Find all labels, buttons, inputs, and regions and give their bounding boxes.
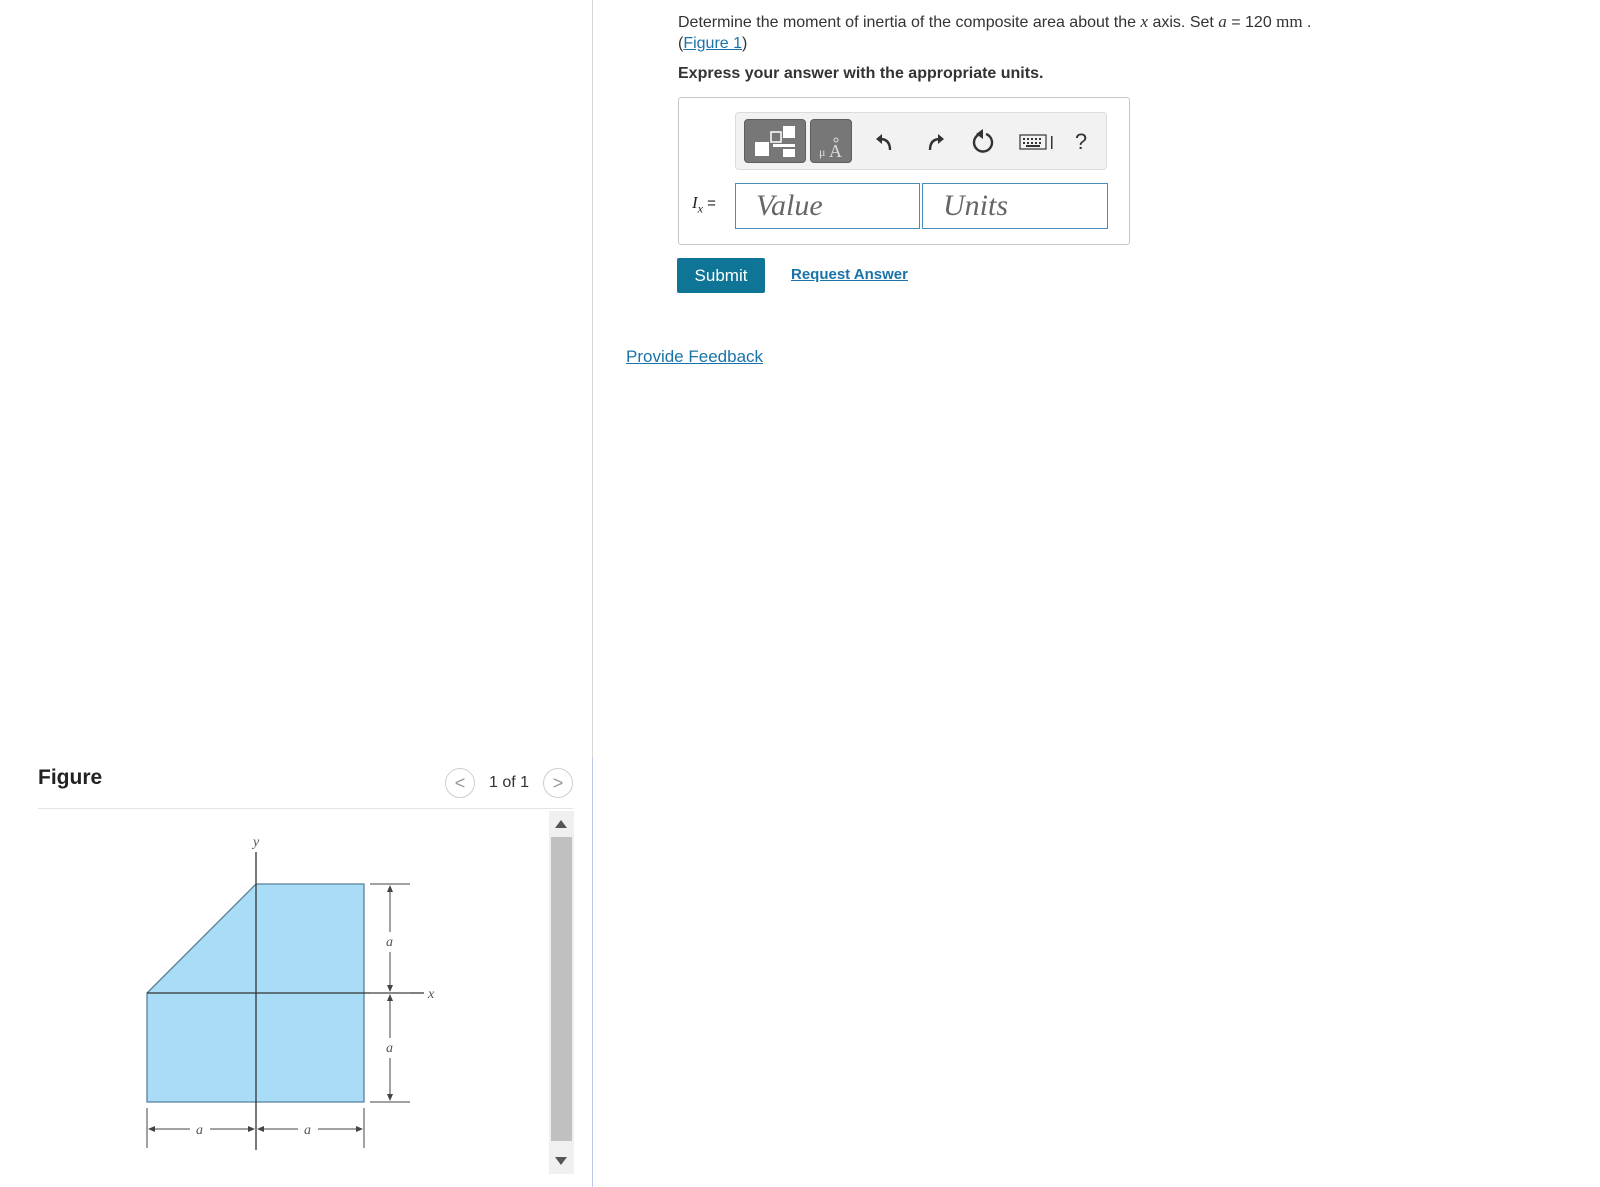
undo-button[interactable] (870, 127, 900, 157)
units-symbol-button[interactable]: μ A (810, 119, 852, 163)
dim-label-a-top: a (386, 935, 393, 950)
keyboard-icon (1019, 134, 1053, 150)
figure-pager-label: 1 of 1 (489, 774, 530, 791)
provide-feedback-link[interactable]: Provide Feedback (626, 347, 763, 367)
dim-label-a-left: a (196, 1123, 203, 1138)
composite-area-figure: y x a a a a (146, 835, 435, 1150)
param-variable: a (1218, 12, 1227, 31)
param-unit: mm (1276, 12, 1303, 31)
submit-button[interactable]: Submit (677, 258, 765, 293)
var-equals: = (703, 195, 716, 212)
figure-1-link[interactable]: Figure 1 (683, 35, 742, 52)
scroll-up-arrow-icon[interactable] (555, 820, 567, 828)
problem-period: . (1302, 14, 1312, 31)
figure-divider (38, 808, 573, 809)
redo-icon (928, 134, 944, 151)
templates-icon (755, 126, 795, 157)
reset-button[interactable] (968, 127, 998, 157)
value-input[interactable] (735, 183, 920, 229)
chevron-left-icon: < (454, 772, 466, 793)
undo-icon (876, 134, 892, 151)
keyboard-button[interactable] (1018, 127, 1058, 157)
svg-text:μ: μ (819, 145, 825, 159)
problem-text-1: Determine the moment of inertia of the c… (678, 14, 1141, 31)
help-icon: ? (1074, 129, 1088, 154)
reset-icon (972, 129, 994, 153)
redo-button[interactable] (920, 127, 950, 157)
figure-prev-button[interactable]: < (445, 768, 475, 798)
problem-statement: Determine the moment of inertia of the c… (678, 11, 1578, 54)
dim-label-a-bottom: a (386, 1041, 393, 1056)
y-axis-label: y (251, 835, 260, 850)
right-dimension (370, 883, 410, 1103)
templates-button[interactable] (744, 119, 806, 163)
request-answer-link[interactable]: Request Answer (791, 266, 908, 283)
figure-next-button[interactable]: > (543, 768, 573, 798)
svg-text:A: A (829, 141, 842, 161)
math-toolbar: μ A ? (735, 112, 1107, 170)
axis-variable: x (1140, 12, 1149, 31)
chevron-right-icon: > (552, 772, 564, 793)
scroll-down-arrow-icon[interactable] (555, 1157, 567, 1165)
param-value: = 120 (1226, 14, 1277, 31)
dim-label-a-right: a (304, 1123, 311, 1138)
problem-text-2: axis. Set (1148, 14, 1219, 31)
scrollbar-thumb[interactable] (551, 837, 572, 1141)
x-axis-label: x (427, 987, 435, 1002)
units-symbol-icon: μ A (819, 137, 842, 161)
instructions: Express your answer with the appropriate… (678, 65, 1044, 82)
figure-scrollbar[interactable] (549, 811, 574, 1174)
help-button[interactable]: ? (1066, 127, 1096, 157)
units-input[interactable] (922, 183, 1108, 229)
panel-divider-accent (592, 758, 593, 1187)
figure-title: Figure (38, 766, 103, 789)
figure-ref-close: ) (742, 35, 748, 52)
answer-variable-label: Ix = (692, 193, 716, 216)
